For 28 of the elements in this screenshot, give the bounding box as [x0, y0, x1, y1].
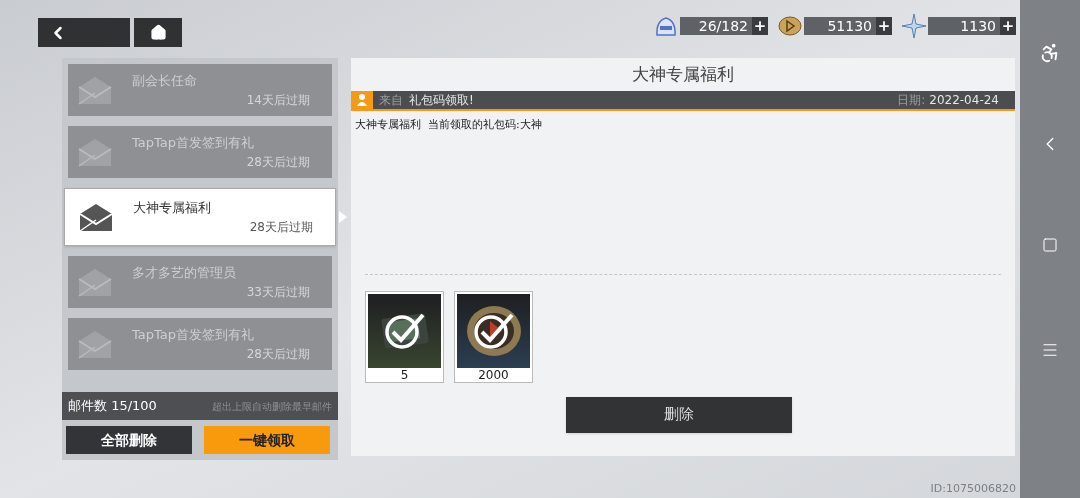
date-label: 日期: — [897, 92, 926, 109]
expiry-text: 28天后过期 — [246, 345, 310, 363]
resource-amount: 1130 — [928, 17, 1000, 35]
mail-title: TapTap首发签到有礼 — [132, 326, 255, 345]
mail-title: 副会长任命 — [132, 72, 198, 91]
mail-count: 邮件数 15/100 — [68, 397, 157, 416]
expiry-text: 28天后过期 — [249, 218, 313, 236]
player-id: ID:1075006820 — [930, 480, 1016, 497]
reward-item[interactable]: 5 — [365, 290, 444, 383]
from-label: 来自 — [379, 92, 403, 109]
expiry-text: 33天后过期 — [246, 283, 310, 301]
sender-name: 礼包码领取! — [409, 92, 474, 109]
delete-button[interactable]: 删除 — [566, 396, 792, 433]
resource-amount: 51130 — [804, 17, 876, 35]
mail-title: 大神专属福利 — [133, 199, 212, 218]
mail-body: 大神专属福利 当前领取的礼包码:大神 — [355, 117, 543, 133]
expiry-text: 14天后过期 — [246, 91, 310, 109]
claim-all-button[interactable]: 一键领取 — [204, 426, 330, 454]
reward-count: 5 — [399, 367, 410, 382]
mail-title: 多才多艺的管理员 — [132, 264, 237, 283]
reward-count: 2000 — [477, 367, 510, 382]
reward-item[interactable]: 2000 — [454, 290, 533, 383]
mail-heading: 大神专属福利 — [631, 63, 735, 86]
mail-title: TapTap首发签到有礼 — [132, 134, 255, 153]
expiry-text: 28天后过期 — [246, 153, 310, 171]
delete-all-button[interactable]: 全部删除 — [66, 426, 192, 454]
mail-date: 2022-04-24 — [929, 92, 999, 109]
resource-amount: 26/182 — [680, 17, 752, 35]
